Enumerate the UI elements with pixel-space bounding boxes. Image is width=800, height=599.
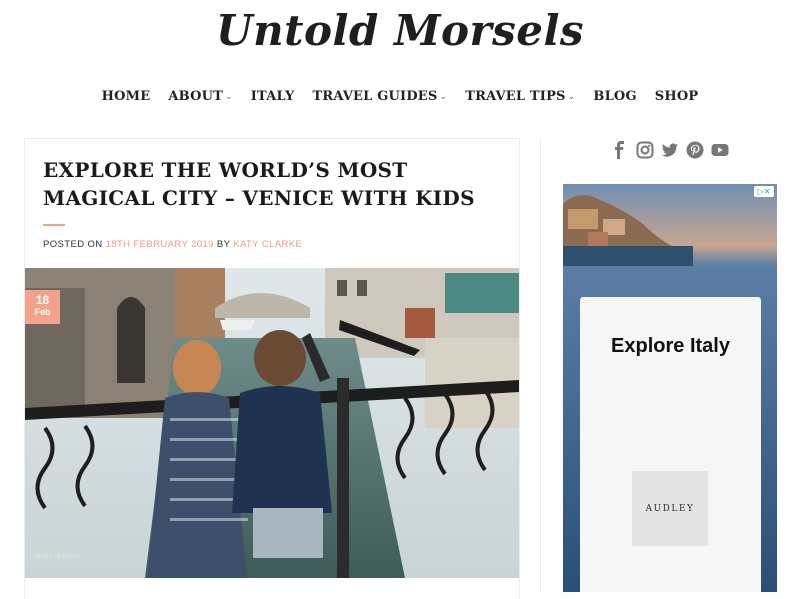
nav-label: SHOP [654, 89, 699, 104]
posted-on-label: POSTED ON [43, 239, 103, 250]
badge-month: Feb [34, 307, 51, 317]
chevron-down-icon: ⌄ [567, 91, 576, 102]
nav-item-travel-guides[interactable]: TRAVEL GUIDES ⌄ [313, 89, 448, 104]
ad-title: Explore Italy [611, 335, 730, 357]
nav-item-italy[interactable]: ITALY [251, 89, 295, 104]
pinterest-icon[interactable] [686, 141, 704, 159]
ad-brand: AUDLEY [645, 503, 695, 514]
nav-label: ITALY [250, 89, 295, 104]
featured-image[interactable]: UNTOLD MORSELS [25, 268, 519, 578]
nav-item-home[interactable]: HOME [102, 89, 151, 104]
badge-day: 18 [35, 293, 50, 307]
author-link[interactable]: KATY CLARKE [233, 239, 302, 250]
nav-label: ABOUT [168, 89, 224, 104]
post-date-link[interactable]: 18TH FEBRUARY 2019 [106, 239, 214, 250]
audley-logo[interactable]: AUDLEY [632, 471, 708, 546]
chevron-down-icon: ⌄ [439, 91, 448, 102]
nav-item-shop[interactable]: SHOP [655, 89, 699, 104]
adchoices-icon[interactable]: ▷✕ [754, 186, 774, 197]
venice-canal-photo: UNTOLD MORSELS [25, 268, 519, 578]
date-badge: 18 Feb [25, 290, 60, 324]
image-watermark: UNTOLD MORSELS [33, 554, 80, 560]
post-meta: POSTED ON 18TH FEBRUARY 2019 BY KATY CLA… [43, 239, 302, 250]
ad-card: Explore Italy AUDLEY [580, 297, 761, 592]
nav-label: HOME [101, 89, 151, 104]
nav-label: TRAVEL TIPS [465, 89, 566, 104]
nav-label: TRAVEL GUIDES [312, 89, 438, 104]
site-logo[interactable]: Untold Morsels [0, 6, 800, 55]
by-label: BY [216, 239, 231, 250]
social-icons [611, 141, 729, 159]
main-nav: HOME ABOUT ⌄ ITALY TRAVEL GUIDES ⌄ TRAVEL … [0, 89, 800, 104]
twitter-icon[interactable] [661, 141, 679, 159]
sidebar-ad[interactable]: ▷✕ Explore Italy AUDLEY [563, 184, 777, 592]
nav-label: BLOG [593, 89, 637, 104]
nav-item-about[interactable]: ABOUT ⌄ [168, 89, 232, 104]
facebook-icon[interactable] [611, 141, 629, 159]
instagram-icon[interactable] [636, 141, 654, 159]
title-accent-bar [43, 224, 65, 226]
nav-item-travel-tips[interactable]: TRAVEL TIPS ⌄ [465, 89, 575, 104]
sidebar-divider [540, 138, 541, 592]
youtube-icon[interactable] [711, 141, 729, 159]
post-title[interactable]: EXPLORE THE WORLD’S MOST MAGICAL CITY – … [43, 156, 503, 212]
nav-item-blog[interactable]: BLOG [593, 89, 636, 104]
chevron-down-icon: ⌄ [225, 91, 233, 102]
